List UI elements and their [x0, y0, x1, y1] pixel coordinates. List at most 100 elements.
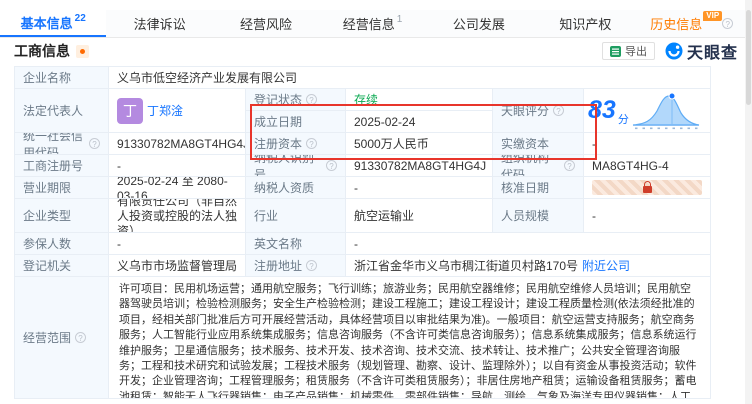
table-row: 参保人数 - 英文名称 - — [15, 233, 711, 255]
nearby-companies-link[interactable]: 附近公司 — [582, 257, 630, 274]
company-name-value: 义乌市低空经济产业发展有限公司 — [109, 67, 711, 89]
vip-badge: VIP — [703, 11, 722, 21]
english-name-label: 英文名称 — [246, 233, 346, 255]
table-subrow: 成立日期 2025-02-24 — [246, 111, 493, 133]
tab-label: 公司发展 — [453, 14, 505, 33]
tab-count-badge: 22 — [75, 13, 86, 24]
company-profile-page: 基本信息 22 法律诉讼 经营风险 经营信息 1 公司发展 知识产权 历史信息 … — [0, 0, 752, 404]
taxpayer-id-label: 纳税人识别号 — [246, 155, 346, 177]
tab-basic-info[interactable]: 基本信息 22 — [0, 10, 106, 37]
company-type-label: 企业类型 — [15, 199, 109, 233]
business-term-value: 2025-02-24 至 2080-03-16 — [109, 177, 246, 199]
tianyancha-logo: 天眼查 — [665, 39, 738, 63]
avatar[interactable]: 丁 — [117, 98, 143, 124]
tab-intellectual-property[interactable]: 知识产权 — [532, 10, 638, 37]
reg-status-label: 登记状态 — [246, 89, 346, 111]
reg-number-label: 工商注册号 — [15, 155, 109, 177]
legal-rep-value: 丁 丁郑淦 — [109, 89, 246, 133]
tab-label: 经营信息 — [343, 14, 395, 33]
tab-legal-proceedings[interactable]: 法律诉讼 — [106, 10, 212, 37]
paid-capital-value: - — [584, 133, 711, 155]
info-icon[interactable] — [306, 94, 317, 105]
table-row: 登记机关 义乌市市场监督管理局 注册地址 浙江省金华市义乌市稠江街道贝村路170… — [15, 255, 711, 277]
establish-date-label: 成立日期 — [246, 111, 346, 133]
legal-rep-label: 法定代表人 — [15, 89, 109, 133]
logo-text: 天眼查 — [687, 39, 738, 63]
tab-operation-risk[interactable]: 经营风险 — [213, 10, 319, 37]
english-name-value: - — [346, 233, 711, 255]
credit-code-label: 统一社会信用代码 — [15, 133, 109, 155]
staff-size-label: 人员规模 — [493, 199, 584, 233]
lock-icon — [643, 186, 652, 193]
info-icon[interactable] — [306, 260, 317, 271]
insured-count-value: - — [109, 233, 246, 255]
approval-date-label: 核准日期 — [493, 177, 584, 199]
tab-bar: 基本信息 22 法律诉讼 经营风险 经营信息 1 公司发展 知识产权 历史信息 … — [0, 10, 745, 38]
info-icon[interactable] — [306, 138, 317, 149]
insured-count-label: 参保人数 — [15, 233, 109, 255]
taxpayer-quality-label: 纳税人资质 — [246, 177, 346, 199]
info-icon[interactable] — [553, 105, 564, 116]
reg-authority-value: 义乌市市场监督管理局 — [109, 255, 246, 277]
taxpayer-quality-value: - — [346, 177, 493, 199]
industry-label: 行业 — [246, 199, 346, 233]
industry-value: 航空运输业 — [346, 199, 493, 233]
score-curve-chart — [631, 91, 701, 131]
tab-label: 历史信息 — [650, 14, 702, 33]
tyc-score-value[interactable]: 83 分 — [584, 89, 711, 133]
reg-number-value: - — [109, 155, 246, 177]
tab-operation-info[interactable]: 经营信息 1 — [319, 10, 425, 37]
business-scope-value: 许可项目：民用机场运营；通用航空服务；飞行训练；旅游业务；民用航空器维修；民用航… — [109, 277, 711, 399]
tyc-score-label: 天眼评分 — [493, 89, 584, 133]
table-subrow: 登记状态 存续 — [246, 89, 493, 111]
info-icon[interactable] — [75, 332, 86, 343]
paid-capital-label: 实缴资本 — [493, 133, 584, 155]
establish-date-value: 2025-02-24 — [346, 111, 493, 133]
table-row: 工商注册号 - 纳税人识别号 91330782MA8GT4HG4J 组织机构代码… — [15, 155, 711, 177]
tab-history-info[interactable]: 历史信息 VIP — [639, 10, 745, 37]
tab-label: 基本信息 — [21, 13, 73, 32]
scrollbar[interactable] — [745, 0, 752, 404]
tab-label: 经营风险 — [240, 14, 292, 33]
reg-capital-label: 注册资本 — [246, 133, 346, 155]
reg-address-label: 注册地址 — [246, 255, 346, 277]
info-icon[interactable] — [564, 160, 575, 171]
hot-icon — [76, 45, 89, 58]
org-code-value: MA8GT4HG-4 — [584, 155, 711, 177]
info-icon[interactable] — [722, 18, 733, 29]
table-row: 营业期限 2025-02-24 至 2080-03-16 纳税人资质 - 核准日… — [15, 177, 711, 199]
table-row: 统一社会信用代码 91330782MA8GT4HG4J 注册资本 5000万人民… — [15, 133, 711, 155]
taxpayer-id-value: 91330782MA8GT4HG4J — [346, 155, 493, 177]
org-code-label: 组织机构代码 — [493, 155, 584, 177]
staff-size-value: - — [584, 199, 711, 233]
tab-label: 知识产权 — [559, 14, 611, 33]
reg-address-value: 浙江省金华市义乌市稠江街道贝村路170号 附近公司 — [346, 255, 711, 277]
table-row: 企业类型 有限责任公司（非自然人投资或控股的法人独资） 行业 航空运输业 人员规… — [15, 199, 711, 233]
reg-status-value: 存续 — [346, 89, 493, 111]
section-title: 工商信息 — [14, 41, 70, 61]
business-info-table: 企业名称 义乌市低空经济产业发展有限公司 法定代表人 丁 丁郑淦 登记状态 存续 — [14, 66, 711, 399]
company-name-label: 企业名称 — [15, 67, 109, 89]
score-number: 83 — [588, 98, 616, 123]
legal-rep-link[interactable]: 丁郑淦 — [147, 102, 183, 119]
business-scope-label: 经营范围 — [15, 277, 109, 399]
table-row: 法定代表人 丁 丁郑淦 登记状态 存续 成立日期 2025-02-24 — [15, 89, 711, 133]
excel-icon — [610, 46, 621, 57]
tianyancha-logo-icon — [665, 42, 683, 60]
credit-code-value: 91330782MA8GT4HG4J — [109, 133, 246, 155]
tab-company-development[interactable]: 公司发展 — [426, 10, 532, 37]
reg-authority-label: 登记机关 — [15, 255, 109, 277]
section-header: 工商信息 导出 天眼查 — [14, 40, 738, 62]
scrollbar-thumb[interactable] — [746, 10, 751, 105]
company-type-value: 有限责任公司（非自然人投资或控股的法人独资） — [109, 199, 246, 233]
tab-count-badge: 1 — [397, 14, 403, 25]
tab-label: 法律诉讼 — [134, 14, 186, 33]
export-label: 导出 — [625, 43, 647, 59]
business-term-label: 营业期限 — [15, 177, 109, 199]
info-icon[interactable] — [89, 138, 100, 149]
info-icon[interactable] — [326, 160, 337, 171]
approval-date-value — [584, 177, 711, 199]
export-button[interactable]: 导出 — [602, 42, 655, 60]
table-row: 经营范围 许可项目：民用机场运营；通用航空服务；飞行训练；旅游业务；民用航空器维… — [15, 277, 711, 399]
locked-value[interactable] — [592, 180, 702, 195]
